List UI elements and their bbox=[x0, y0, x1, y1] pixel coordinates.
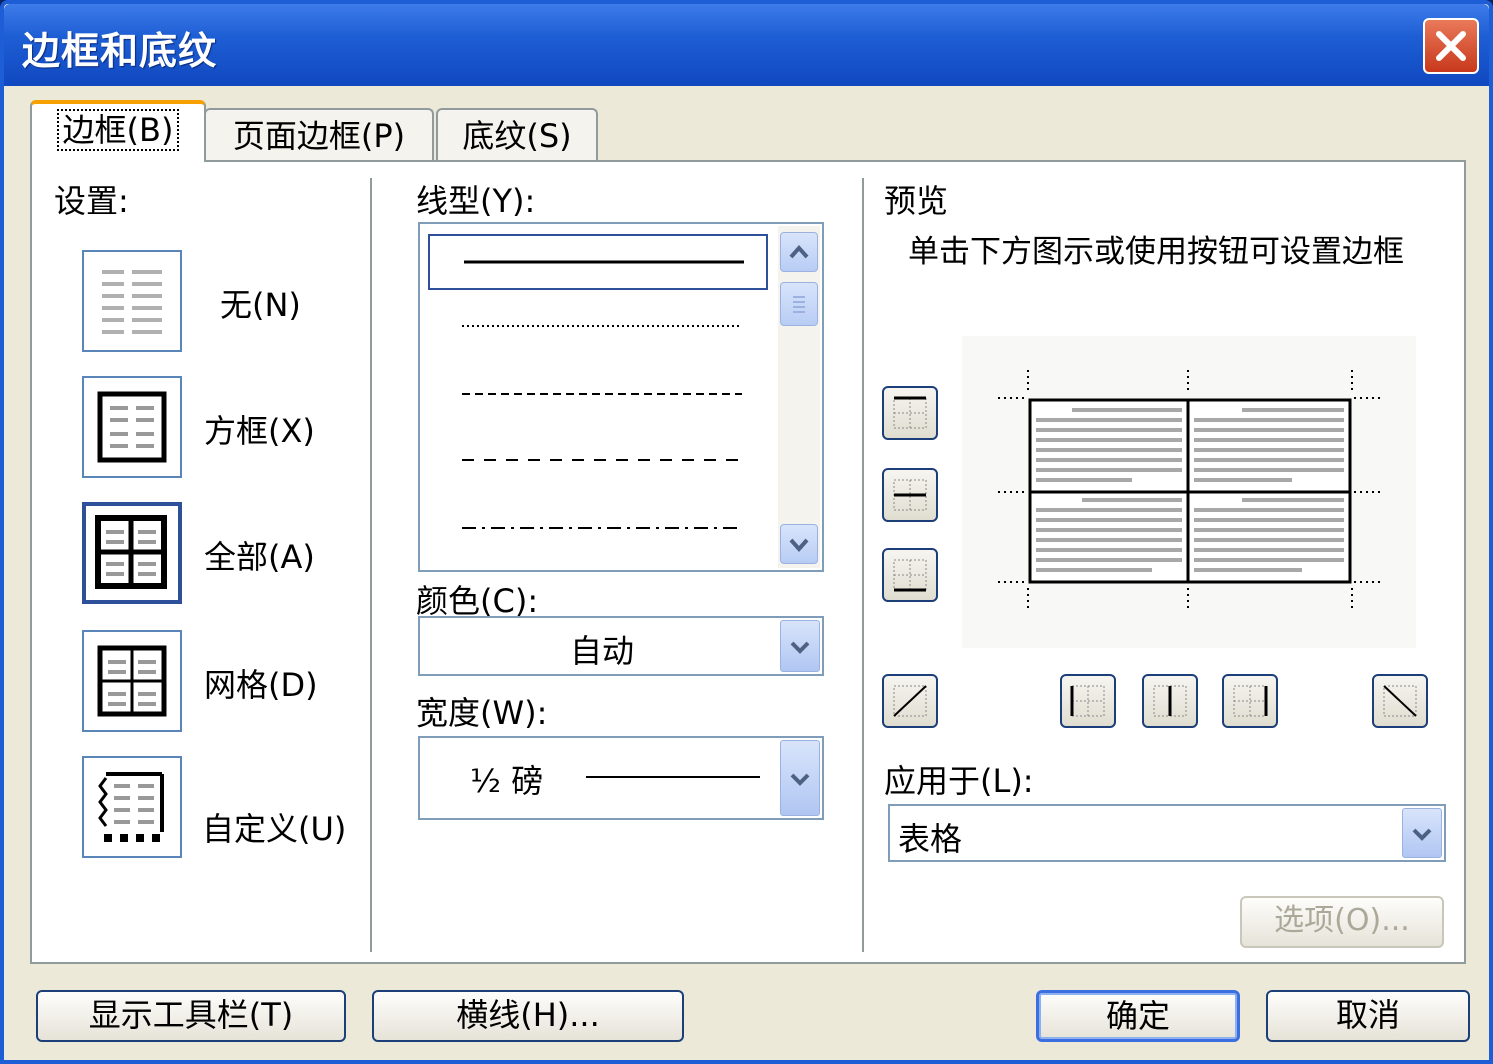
setting-box-label[interactable]: 方框(X) bbox=[204, 406, 315, 452]
width-line-preview bbox=[586, 776, 760, 778]
chevron-down-icon bbox=[790, 773, 810, 786]
chevron-down-icon bbox=[789, 538, 809, 553]
width-label: 宽度(W): bbox=[416, 694, 548, 732]
tab-page-border[interactable]: 页面边框(P) bbox=[204, 108, 434, 162]
close-button[interactable] bbox=[1423, 18, 1479, 74]
setting-all-button[interactable] bbox=[82, 502, 182, 604]
horizontal-line-button[interactable]: 横线(H)... bbox=[372, 990, 684, 1042]
box-border-icon bbox=[97, 391, 167, 463]
setting-grid-button[interactable] bbox=[82, 630, 182, 732]
right-border-icon bbox=[1233, 685, 1268, 717]
setting-custom-label[interactable]: 自定义(U) bbox=[202, 804, 346, 850]
divider-left bbox=[370, 178, 372, 952]
tab-borders-label: 边框(B) bbox=[56, 109, 180, 151]
line-style-scrollbar[interactable] bbox=[778, 226, 820, 568]
preview-hint: 单击下方图示或使用按钮可设置边框 bbox=[908, 234, 1404, 270]
divider-right bbox=[862, 178, 864, 952]
setting-all-label[interactable]: 全部(A) bbox=[204, 532, 315, 578]
line-style-dashed[interactable] bbox=[428, 434, 768, 490]
close-icon bbox=[1436, 31, 1466, 61]
diagonal-down-border-icon bbox=[1383, 685, 1417, 717]
none-border-icon bbox=[102, 270, 162, 334]
grid-border-icon bbox=[97, 645, 167, 717]
apply-to-label: 应用于(L): bbox=[884, 762, 1034, 800]
line-style-list[interactable] bbox=[418, 222, 824, 572]
right-border-button[interactable] bbox=[1222, 674, 1278, 728]
setting-none-label[interactable]: 无(N) bbox=[220, 280, 301, 326]
tab-shading-label: 底纹(S) bbox=[462, 117, 572, 155]
small-dash-line-icon bbox=[462, 393, 742, 395]
preview-label: 预览 bbox=[884, 182, 949, 220]
settings-label: 设置: bbox=[54, 182, 129, 220]
chevron-up-icon bbox=[789, 244, 809, 259]
line-style-solid[interactable] bbox=[428, 234, 768, 290]
line-style-label: 线型(Y): bbox=[416, 182, 536, 220]
left-border-icon bbox=[1070, 685, 1105, 717]
tab-page-border-label: 页面边框(P) bbox=[232, 117, 406, 155]
inside-vertical-border-icon bbox=[1153, 685, 1187, 717]
all-border-icon bbox=[95, 515, 167, 589]
options-button[interactable]: 选项(O)... bbox=[1240, 896, 1444, 948]
diagonal-up-border-icon bbox=[893, 685, 927, 717]
dotted-line-icon bbox=[462, 325, 742, 327]
tab-borders[interactable]: 边框(B) bbox=[30, 100, 206, 162]
left-border-button[interactable] bbox=[1060, 674, 1116, 728]
top-border-button[interactable] bbox=[882, 386, 938, 440]
width-value: ½ 磅 bbox=[470, 762, 544, 800]
custom-border-icon bbox=[98, 772, 164, 842]
apply-to-select[interactable]: 表格 bbox=[888, 804, 1446, 862]
tab-shading[interactable]: 底纹(S) bbox=[436, 108, 598, 162]
setting-grid-label[interactable]: 网格(D) bbox=[204, 660, 318, 706]
title-bar[interactable]: 边框和底纹 bbox=[4, 4, 1489, 86]
apply-to-dropdown-button[interactable] bbox=[1402, 808, 1442, 858]
color-dropdown-button[interactable] bbox=[780, 620, 820, 672]
inside-horizontal-border-button[interactable] bbox=[882, 468, 938, 522]
scroll-down-button[interactable] bbox=[780, 524, 818, 564]
setting-box-button[interactable] bbox=[82, 376, 182, 478]
bottom-border-icon bbox=[893, 559, 927, 592]
inside-horizontal-border-icon bbox=[893, 479, 927, 511]
color-value: 自动 bbox=[570, 632, 635, 670]
chevron-down-icon bbox=[790, 641, 810, 654]
apply-to-value: 表格 bbox=[898, 820, 963, 858]
width-dropdown-button[interactable] bbox=[780, 740, 820, 816]
dialog-title: 边框和底纹 bbox=[22, 29, 218, 73]
cancel-button[interactable]: 取消 bbox=[1266, 990, 1470, 1042]
grip-icon bbox=[793, 296, 805, 313]
top-border-icon bbox=[893, 396, 927, 429]
show-toolbar-button[interactable]: 显示工具栏(T) bbox=[36, 990, 346, 1042]
scroll-thumb[interactable] bbox=[780, 282, 818, 326]
solid-line-icon bbox=[464, 260, 744, 264]
diagonal-up-border-button[interactable] bbox=[882, 674, 938, 728]
width-select[interactable]: ½ 磅 bbox=[418, 736, 824, 820]
inside-vertical-border-button[interactable] bbox=[1142, 674, 1198, 728]
line-style-dotted[interactable] bbox=[428, 300, 768, 356]
borders-shading-dialog: 边框和底纹 边框(B) 页面边框(P) 底纹(S) 设置: 无(N) 方框(X)… bbox=[0, 0, 1493, 1064]
setting-custom-button[interactable] bbox=[82, 756, 182, 858]
setting-none-button[interactable] bbox=[82, 250, 182, 352]
bottom-border-button[interactable] bbox=[882, 548, 938, 602]
dash-dot-line-icon bbox=[462, 527, 742, 529]
line-style-dash-dot[interactable] bbox=[428, 502, 768, 558]
chevron-down-icon bbox=[1412, 828, 1432, 841]
preview-area[interactable] bbox=[962, 336, 1416, 648]
ok-button[interactable]: 确定 bbox=[1036, 990, 1240, 1042]
line-style-dashed-small[interactable] bbox=[428, 368, 768, 424]
dash-line-icon bbox=[462, 459, 742, 461]
scroll-up-button[interactable] bbox=[780, 232, 818, 272]
diagonal-down-border-button[interactable] bbox=[1372, 674, 1428, 728]
table-preview-diagram bbox=[998, 370, 1380, 612]
color-select[interactable]: 自动 bbox=[418, 616, 824, 676]
